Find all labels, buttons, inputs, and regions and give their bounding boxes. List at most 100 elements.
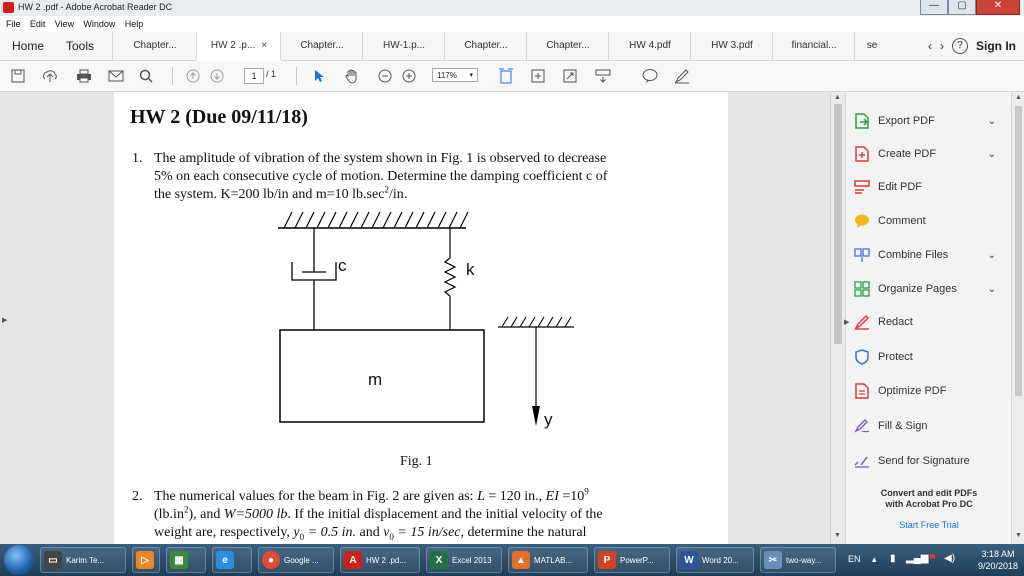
- help-icon[interactable]: ?: [952, 38, 968, 54]
- tab-doc[interactable]: Chapter...: [526, 32, 609, 60]
- tool-label: Optimize PDF: [878, 385, 947, 397]
- taskbar-item[interactable]: X Excel 2013: [426, 547, 502, 573]
- tool-combine-files[interactable]: Combine Files ⌄: [854, 244, 1004, 266]
- taskbar-item[interactable]: P PowerP...: [594, 547, 670, 573]
- tab-doc[interactable]: Chapter...: [280, 32, 363, 60]
- tab-doc[interactable]: HW 3.pdf: [690, 32, 773, 60]
- tools-pane-scrollbar[interactable]: ▲ ▼: [1011, 92, 1024, 544]
- taskbar-item[interactable]: e: [212, 547, 252, 573]
- collapse-left-icon[interactable]: ▶: [2, 316, 7, 324]
- tool-optimize-pdf[interactable]: Optimize PDF: [854, 380, 1004, 402]
- scroll-down-icon[interactable]: ▼: [1015, 532, 1022, 539]
- volume-icon[interactable]: ◀): [944, 553, 955, 564]
- tool-organize-pages[interactable]: Organize Pages ⌄: [854, 278, 1004, 300]
- email-icon[interactable]: [106, 67, 126, 85]
- taskbar-item[interactable]: ▷: [132, 547, 160, 573]
- media-player-icon: ▷: [136, 551, 154, 569]
- tab-next-icon[interactable]: ›: [940, 39, 944, 53]
- page-number-input[interactable]: 1: [244, 68, 264, 84]
- tab-doc[interactable]: financial...: [772, 32, 855, 60]
- scroll-down-icon[interactable]: ▼: [834, 532, 841, 539]
- tool-comment[interactable]: Comment: [854, 210, 1004, 232]
- search-icon[interactable]: [136, 67, 156, 85]
- select-tool-icon[interactable]: [310, 67, 328, 85]
- tab-doc[interactable]: Chapter...: [444, 32, 527, 60]
- start-free-trial-link[interactable]: Start Free Trial: [846, 520, 1012, 530]
- tab-prev-icon[interactable]: ‹: [928, 39, 932, 53]
- tab-doc[interactable]: Chapter...: [112, 32, 197, 60]
- start-button[interactable]: [4, 545, 34, 575]
- chevron-down-icon[interactable]: ⌄: [988, 250, 996, 261]
- tab-tools[interactable]: Tools: [58, 32, 102, 60]
- fit-page-icon[interactable]: [496, 67, 516, 85]
- upload-icon[interactable]: [40, 67, 60, 85]
- tab-doc[interactable]: HW 4.pdf: [608, 32, 691, 60]
- menu-file[interactable]: File: [6, 19, 21, 29]
- language-indicator[interactable]: EN: [848, 554, 861, 564]
- draw-icon[interactable]: [672, 67, 692, 85]
- sign-in-link[interactable]: Sign In: [976, 39, 1016, 53]
- menu-window[interactable]: Window: [83, 19, 115, 29]
- network-icon[interactable]: ▮: [890, 553, 896, 564]
- flag-icon[interactable]: ⚑: [928, 553, 937, 564]
- read-mode-icon[interactable]: [592, 67, 614, 85]
- chevron-down-icon[interactable]: ⌄: [988, 149, 996, 160]
- comment-icon[interactable]: [640, 67, 660, 85]
- problem-line: (lb.in2), and W=5000 lb. If the initial …: [154, 505, 694, 524]
- taskbar-item[interactable]: A HW 2 .pd...: [340, 547, 420, 573]
- problem-line: weight are, respectively, y0 = 0.5 in. a…: [154, 524, 694, 544]
- tab-doc-active[interactable]: HW 2 .p... ×: [196, 32, 281, 61]
- taskbar-item[interactable]: ▦: [166, 547, 206, 573]
- save-icon[interactable]: [8, 67, 28, 85]
- scroll-up-icon[interactable]: ▲: [834, 94, 841, 101]
- taskbar-item[interactable]: ✂ two-way...: [760, 547, 836, 573]
- tool-label: Fill & Sign: [878, 420, 928, 432]
- document-viewer[interactable]: HW 2 (Due 09/11/18) 1. The amplitude of …: [0, 92, 830, 544]
- menu-help[interactable]: Help: [125, 19, 144, 29]
- collapse-pane-icon[interactable]: ▶: [844, 318, 849, 326]
- tab-doc[interactable]: HW-1.p...: [362, 32, 445, 60]
- next-page-icon[interactable]: [208, 67, 226, 85]
- tool-send-signature[interactable]: Send for Signature: [854, 450, 1004, 472]
- full-screen-icon[interactable]: [560, 67, 580, 85]
- tool-create-pdf[interactable]: Create PDF ⌄: [854, 143, 1004, 165]
- document-scrollbar[interactable]: ▲ ▼: [830, 92, 845, 544]
- taskbar-label: Karim Te...: [66, 555, 105, 565]
- menu-view[interactable]: View: [55, 19, 74, 29]
- zoom-in-icon[interactable]: [400, 67, 418, 85]
- clock[interactable]: 3:18 AM 9/20/2018: [978, 548, 1018, 572]
- hand-tool-icon[interactable]: [342, 67, 362, 85]
- tool-redact[interactable]: Redact: [854, 311, 1004, 333]
- taskbar-item[interactable]: W Word 20...: [676, 547, 754, 573]
- tool-edit-pdf[interactable]: Edit PDF: [854, 176, 1004, 198]
- chevron-down-icon[interactable]: ⌄: [988, 116, 996, 127]
- close-tab-icon[interactable]: ×: [261, 40, 267, 51]
- close-button[interactable]: ✕: [976, 0, 1020, 15]
- taskbar-label: HW 2 .pd...: [366, 555, 407, 565]
- tab-home[interactable]: Home: [6, 32, 50, 60]
- prev-page-icon[interactable]: [184, 67, 202, 85]
- rotate-icon[interactable]: [528, 67, 548, 85]
- scroll-thumb[interactable]: [834, 104, 842, 344]
- zoom-select[interactable]: 117% ▾: [432, 68, 478, 82]
- menu-edit[interactable]: Edit: [30, 19, 46, 29]
- redact-icon: [854, 314, 870, 330]
- signal-icon[interactable]: ▂▄▆: [906, 553, 928, 564]
- taskbar-item[interactable]: ▭ Karim Te...: [40, 547, 126, 573]
- tool-export-pdf[interactable]: Export PDF ⌄: [854, 110, 1004, 132]
- print-icon[interactable]: [74, 67, 94, 85]
- tab-doc[interactable]: se: [854, 32, 889, 60]
- tool-fill-sign[interactable]: Fill & Sign: [854, 415, 1004, 437]
- tool-protect[interactable]: Protect: [854, 346, 1004, 368]
- problem-2: 2. The numerical values for the beam in …: [132, 487, 694, 544]
- taskbar-item[interactable]: ● Google ...: [258, 547, 334, 573]
- taskbar-item[interactable]: ▲ MATLAB...: [508, 547, 588, 573]
- scroll-thumb[interactable]: [1015, 106, 1022, 396]
- maximize-button[interactable]: ▢: [948, 0, 976, 15]
- minimize-button[interactable]: —: [920, 0, 948, 15]
- promo-line: with Acrobat Pro DC: [885, 499, 973, 509]
- chevron-down-icon[interactable]: ⌄: [988, 284, 996, 295]
- zoom-out-icon[interactable]: [376, 67, 394, 85]
- tray-arrow-icon[interactable]: ▴: [872, 554, 877, 565]
- scroll-up-icon[interactable]: ▲: [1015, 94, 1022, 101]
